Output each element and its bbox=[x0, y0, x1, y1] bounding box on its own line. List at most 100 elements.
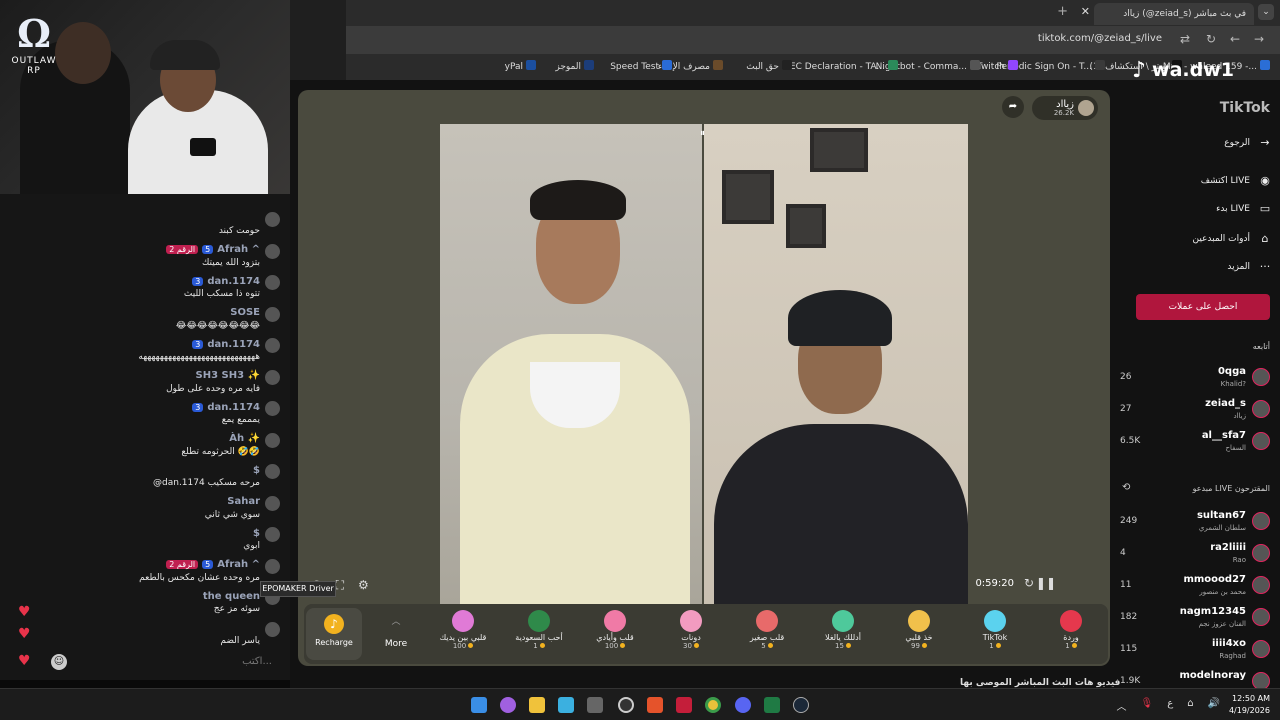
brave-icon[interactable] bbox=[647, 697, 663, 713]
excel-icon[interactable] bbox=[764, 697, 780, 713]
avatar[interactable] bbox=[265, 464, 280, 479]
account-item[interactable]: 11 mmoood27 محمد بن منصور bbox=[1120, 572, 1270, 602]
refresh-icon[interactable]: ↻ bbox=[1024, 576, 1034, 590]
discord-icon[interactable] bbox=[735, 697, 751, 713]
address-bar[interactable]: tiktok.com/@zeiad_s/live ⇄ ↻ ← → bbox=[346, 26, 1280, 54]
bookmark-item[interactable]: Speed Test bbox=[610, 60, 672, 72]
streamer-watermark: ♪ wa.dw1 bbox=[1132, 52, 1260, 88]
share-icon[interactable]: ➦ bbox=[1002, 96, 1024, 118]
sidebar-nav-item[interactable]: الرجوع → bbox=[1224, 134, 1272, 152]
bookmark-item[interactable]: الموجز bbox=[555, 60, 594, 72]
account-item[interactable]: 115 iiii4xo Raghad bbox=[1120, 636, 1270, 666]
refresh-suggested-icon[interactable]: ⟲ bbox=[1122, 482, 1130, 493]
gift-item[interactable]: قلب وأيادي 100 bbox=[580, 608, 650, 660]
gift-item[interactable]: قلبي بين يديك 100 bbox=[428, 608, 498, 660]
viewer-count: 1.9K bbox=[1120, 676, 1141, 686]
steam-icon[interactable] bbox=[793, 697, 809, 713]
sidebar-nav-item[interactable]: بدء LIVE ▭ bbox=[1216, 200, 1272, 218]
avatar[interactable] bbox=[265, 495, 280, 511]
account-item[interactable]: 1.9K modelnoray bbox=[1120, 668, 1270, 688]
level-badge: 3 bbox=[192, 339, 204, 349]
tab-close-icon[interactable]: ✕ bbox=[1081, 5, 1090, 18]
gift-item[interactable]: قلب صغير 5 bbox=[732, 608, 802, 660]
clock[interactable]: 12:50 AM 4/19/2026 bbox=[1229, 693, 1270, 717]
gift-item[interactable]: خذ قلبي 99 bbox=[884, 608, 954, 660]
gift-icon bbox=[528, 610, 550, 632]
avatar[interactable] bbox=[265, 558, 280, 574]
avatar[interactable] bbox=[265, 243, 280, 259]
gift-item[interactable]: دونات 30 bbox=[656, 608, 726, 660]
split-handle-icon[interactable]: ⏸ bbox=[700, 128, 712, 142]
sidebar-nav-item[interactable]: اكتشف LIVE ◉ bbox=[1201, 172, 1272, 190]
heart-icon[interactable]: ♥ bbox=[18, 604, 34, 620]
gift-item[interactable]: TikTok 1 bbox=[960, 608, 1030, 660]
avatar[interactable] bbox=[265, 369, 280, 385]
avatar[interactable] bbox=[265, 306, 280, 322]
fullscreen-icon[interactable]: ⛶ bbox=[336, 578, 344, 593]
network-icon[interactable]: ⌂ bbox=[1187, 698, 1193, 713]
host-pill[interactable]: زيااد 26.2K bbox=[1032, 96, 1098, 120]
account-item[interactable]: 182 nagm12345 الفنان عزوز نجم bbox=[1120, 604, 1270, 634]
avatar[interactable] bbox=[265, 275, 280, 290]
avatar[interactable] bbox=[265, 621, 280, 637]
bookmark-item[interactable]: yPal bbox=[505, 60, 536, 72]
chrome-icon[interactable] bbox=[705, 697, 721, 713]
bookmark-item[interactable]: EC Declaration - TA... bbox=[790, 60, 898, 72]
sidebar-nav-icon: ◉ bbox=[1260, 174, 1270, 187]
store-icon[interactable] bbox=[558, 697, 574, 713]
gift-item[interactable]: أدللك يالغلا 15 bbox=[808, 608, 878, 660]
wall-shelf bbox=[810, 128, 868, 172]
tab-search-icon[interactable]: ⌄ bbox=[1258, 4, 1274, 20]
volume-icon[interactable]: 🔊 bbox=[1208, 698, 1220, 713]
settings-icon[interactable]: ⚙ bbox=[358, 578, 369, 593]
streamer-handle: wa.dw1 bbox=[1152, 59, 1235, 81]
start-icon[interactable] bbox=[471, 697, 487, 713]
browser-tab-active[interactable]: زيااد (@zeiad_s) في بث مباشر bbox=[1094, 3, 1254, 25]
account-item[interactable]: 26 0qga Khalid? bbox=[1120, 364, 1270, 394]
account-item[interactable]: 249 sultan67 سلطان الشمري bbox=[1120, 508, 1270, 538]
avatar[interactable] bbox=[265, 401, 280, 416]
chat-username: Afrah ^ bbox=[217, 559, 260, 570]
account-item[interactable]: 4 ra2liiii Rao bbox=[1120, 540, 1270, 570]
account-item[interactable]: 6.5K al__sfa7 السفاح bbox=[1120, 428, 1270, 458]
tab-audio-icon[interactable]: ⇄ bbox=[1180, 32, 1190, 46]
avatar[interactable] bbox=[265, 338, 280, 353]
account-username: iiii4xo bbox=[1212, 638, 1246, 649]
recharge-button[interactable]: ♪ Recharge bbox=[306, 608, 362, 660]
epomaker-icon[interactable] bbox=[587, 697, 603, 713]
new-tab-icon[interactable]: + bbox=[1057, 4, 1068, 19]
sidebar-nav-item[interactable]: أدوات المبدعين ⌂ bbox=[1192, 230, 1272, 248]
back-icon[interactable]: → bbox=[1254, 32, 1264, 46]
bookmark-item[interactable]: Twitch bbox=[977, 60, 1018, 72]
avatar bbox=[1252, 512, 1270, 530]
avatar bbox=[1252, 576, 1270, 594]
reload-icon[interactable]: ↻ bbox=[1206, 32, 1216, 46]
adobe-icon[interactable] bbox=[676, 697, 692, 713]
pause-icon[interactable]: ❚❚ bbox=[1036, 576, 1056, 590]
avatar[interactable] bbox=[265, 212, 280, 227]
language-indicator[interactable]: ع bbox=[1167, 698, 1173, 713]
forward-icon[interactable]: ← bbox=[1230, 32, 1240, 46]
account-item[interactable]: 27 zeiad_s زيااد bbox=[1120, 396, 1270, 426]
avatar[interactable] bbox=[265, 527, 280, 542]
browser-window: زيااد (@zeiad_s) في بث مباشر ✕ + ⌄ tikto… bbox=[290, 0, 1280, 688]
tiktok-logo[interactable]: TikTok bbox=[1220, 100, 1270, 116]
bookmark-item[interactable]: حق البث bbox=[746, 60, 792, 72]
bookmark-icon bbox=[782, 60, 792, 70]
url-text[interactable]: tiktok.com/@zeiad_s/live bbox=[1038, 33, 1162, 44]
gift-item[interactable]: وردة 1 bbox=[1036, 608, 1106, 660]
microphone-icon[interactable]: 🎙 bbox=[1141, 698, 1154, 713]
copilot-icon[interactable] bbox=[500, 697, 516, 713]
file-explorer-icon[interactable] bbox=[529, 697, 545, 713]
chat-message-text: يمممع يمع bbox=[221, 415, 260, 425]
sidebar-nav-item[interactable]: المزيد ··· bbox=[1227, 258, 1272, 276]
get-coins-button[interactable]: احصل على عملات bbox=[1136, 294, 1270, 320]
chevron-up-icon[interactable]: ︿ bbox=[1117, 698, 1127, 713]
avatar[interactable] bbox=[265, 432, 280, 448]
obs-icon[interactable] bbox=[618, 697, 634, 713]
more-gifts-button[interactable]: ︿ More bbox=[368, 608, 424, 660]
chat-input[interactable]: اكتب... bbox=[30, 652, 280, 672]
heart-icon[interactable]: ♥ bbox=[18, 626, 34, 642]
bookmark-icon bbox=[713, 60, 723, 70]
gift-item[interactable]: أحب السعودية 1 bbox=[504, 608, 574, 660]
